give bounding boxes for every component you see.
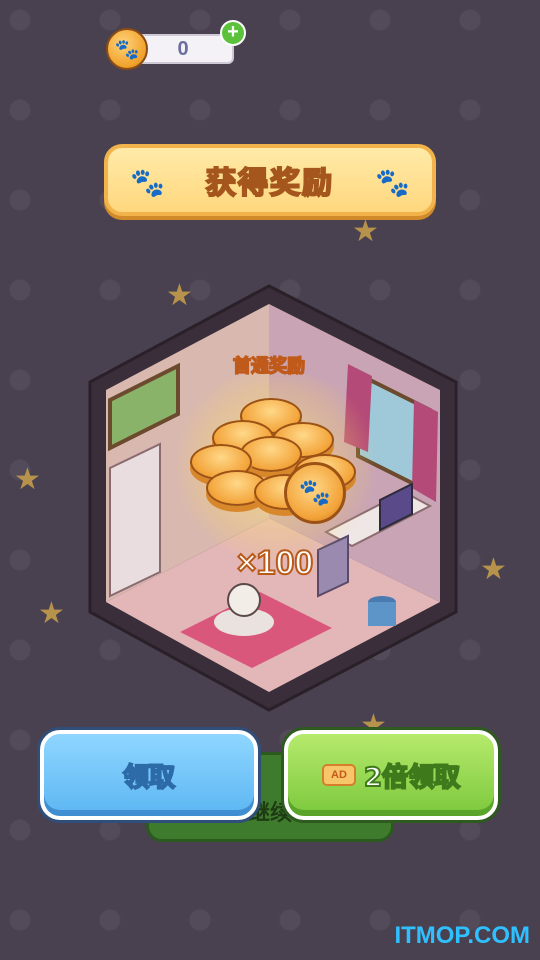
star-decoration: ★ [480, 552, 507, 587]
claim-label: 领取 [122, 762, 176, 794]
site-watermark: ITMOP.COM [394, 922, 530, 949]
paw-icon: 🐾 [375, 166, 410, 199]
banner-title: 获得奖励 [205, 165, 334, 202]
claim-button[interactable]: 领取 [40, 730, 258, 820]
paw-coin-icon: 🐾 [284, 462, 346, 524]
reward-title-banner: 🐾 获得奖励 🐾 [104, 144, 436, 216]
reward-amount: ×100 [236, 543, 315, 583]
paw-icon: 🐾 [130, 166, 165, 199]
double-claim-label: 2倍领取 [363, 762, 461, 794]
double-claim-button[interactable]: AD 2倍领取 [284, 730, 498, 820]
star-decoration: ★ [14, 462, 41, 497]
ad-video-icon: AD [321, 764, 356, 786]
coin-counter: 0 🐾 + [106, 20, 246, 72]
first-clear-reward-label: 首通奖励 [232, 355, 306, 378]
star-decoration: ★ [38, 596, 65, 631]
paw-coin-icon: 🐾 [106, 28, 148, 70]
add-coins-button[interactable]: + [220, 20, 246, 46]
star-decoration: ★ [352, 214, 379, 249]
